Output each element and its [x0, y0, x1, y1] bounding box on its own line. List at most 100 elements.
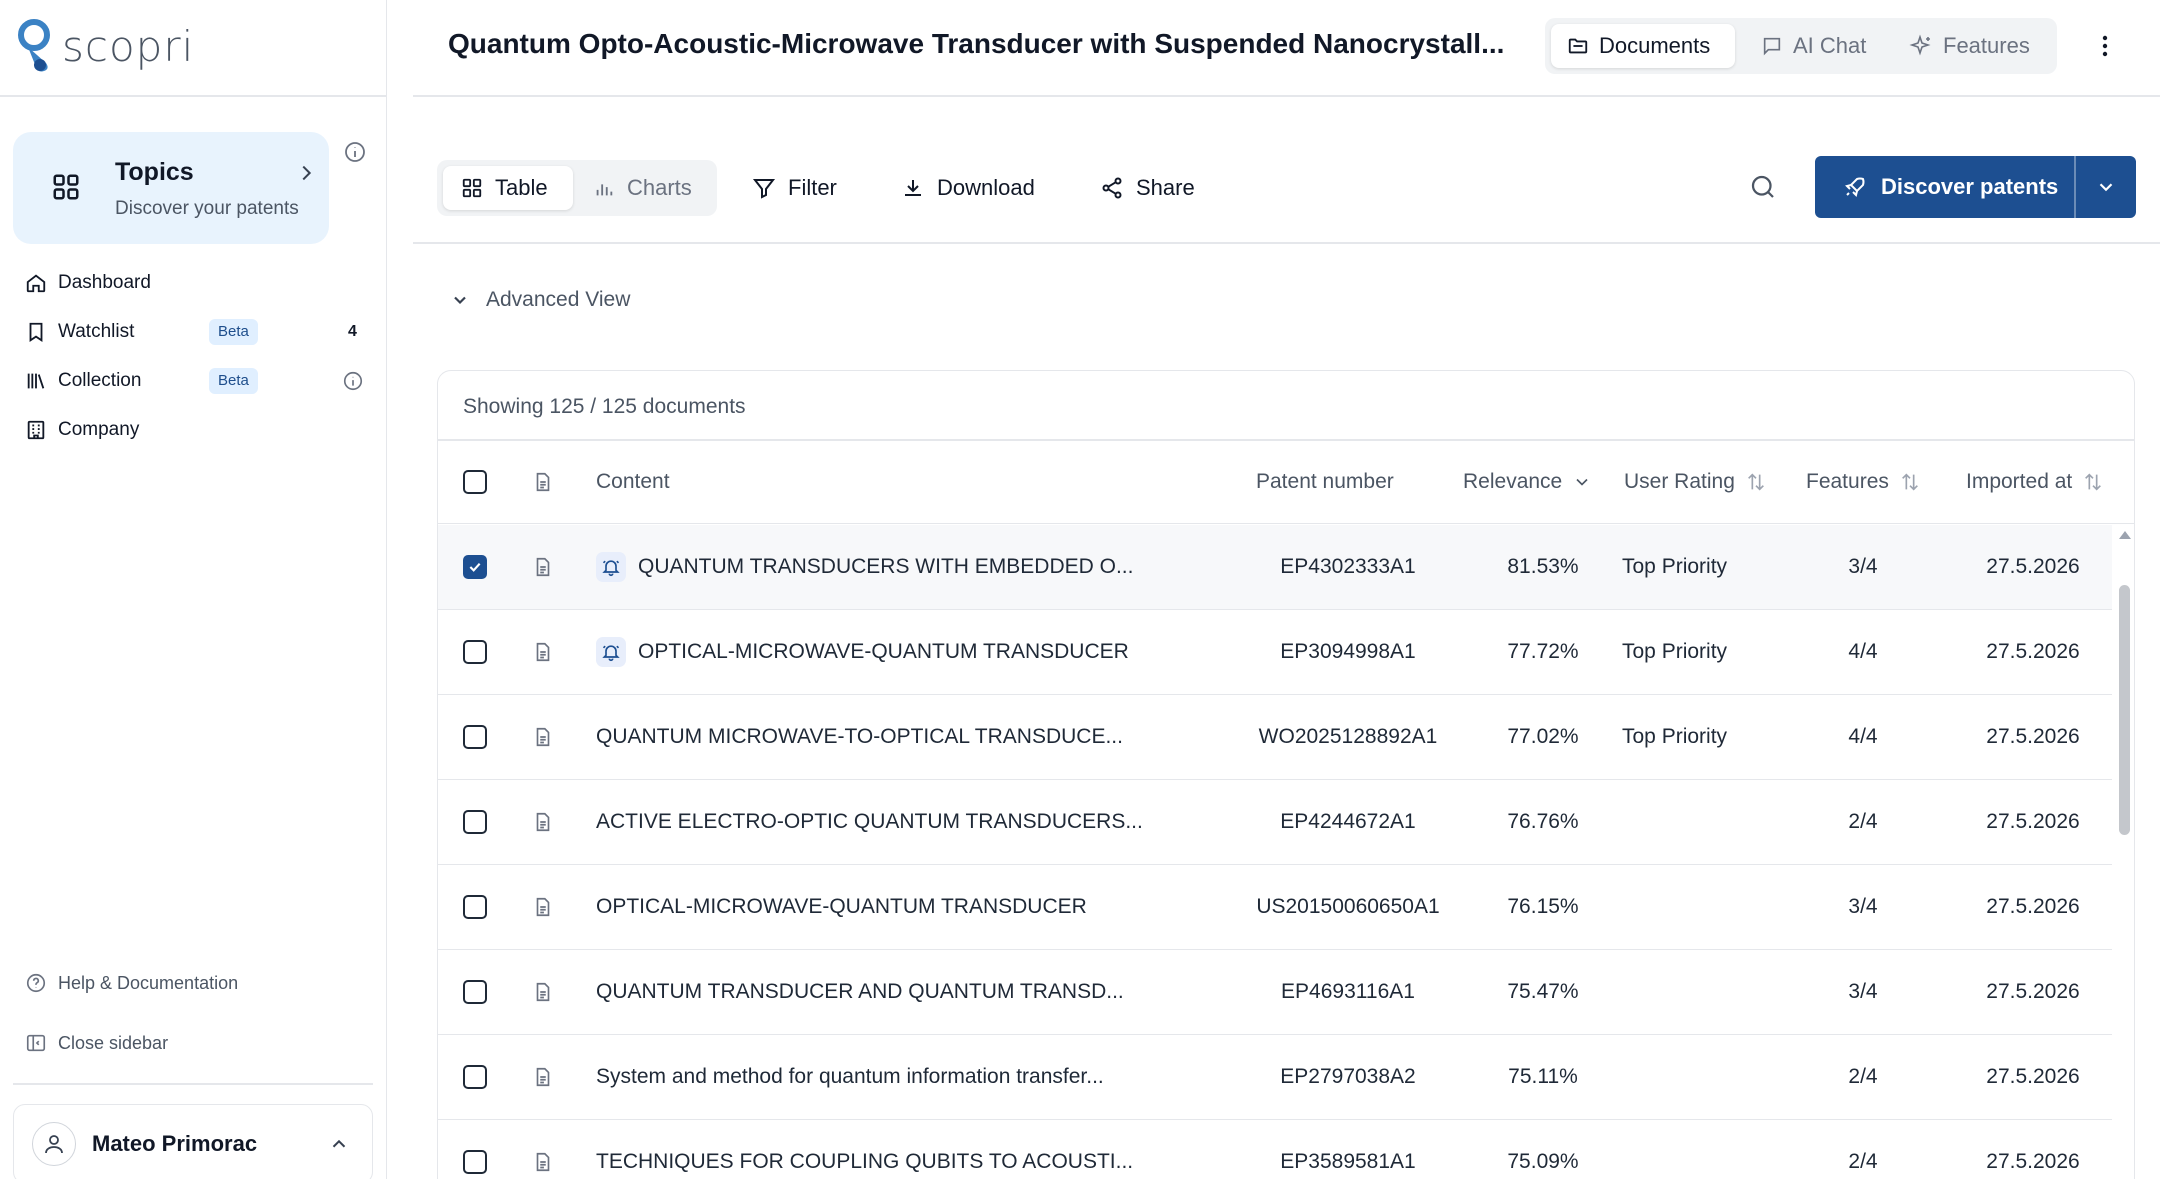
- more-vertical-icon[interactable]: [2093, 28, 2117, 64]
- content-cell[interactable]: TECHNIQUES FOR COUPLING QUBITS TO ACOUST…: [596, 1120, 1133, 1179]
- patent-number-cell[interactable]: US20150060650A1: [1238, 865, 1458, 949]
- content-cell[interactable]: System and method for quantum informatio…: [596, 1035, 1104, 1119]
- user-rating-cell[interactable]: Top Priority: [1622, 610, 1727, 694]
- document-icon[interactable]: [532, 695, 554, 779]
- download-button[interactable]: Download: [901, 170, 1035, 206]
- row-checkbox[interactable]: [463, 555, 487, 579]
- column-imported-at[interactable]: Imported at: [1966, 440, 2104, 524]
- document-icon[interactable]: [532, 1035, 554, 1119]
- chevron-right-icon: [295, 162, 317, 184]
- info-icon[interactable]: [342, 370, 364, 392]
- patent-number-cell[interactable]: EP4244672A1: [1238, 780, 1458, 864]
- content-text: QUANTUM TRANSDUCER AND QUANTUM TRANSD...: [596, 980, 1124, 1003]
- row-checkbox[interactable]: [463, 980, 487, 1004]
- filter-label: Filter: [788, 175, 837, 200]
- document-icon[interactable]: [532, 950, 554, 1034]
- row-checkbox[interactable]: [463, 1065, 487, 1089]
- sidebar-item-collection[interactable]: Collection Beta: [24, 364, 364, 398]
- sidebar-item-watchlist[interactable]: Watchlist Beta 4: [24, 315, 364, 349]
- help-documentation-link[interactable]: Help & Documentation: [24, 968, 238, 998]
- column-features[interactable]: Features: [1806, 440, 1921, 524]
- patent-number-cell[interactable]: EP3094998A1: [1238, 610, 1458, 694]
- user-rating-cell[interactable]: Top Priority: [1622, 525, 1727, 609]
- imported-at-cell: 27.5.2026: [1986, 980, 2080, 1003]
- select-all-checkbox[interactable]: [463, 470, 487, 494]
- user-menu[interactable]: Mateo Primorac: [13, 1104, 373, 1179]
- imported-at-cell: 27.5.2026: [1986, 895, 2080, 918]
- row-checkbox[interactable]: [463, 810, 487, 834]
- scrollbar-thumb[interactable]: [2119, 585, 2130, 835]
- filter-icon: [752, 176, 776, 200]
- table-row[interactable]: OPTICAL-MICROWAVE-QUANTUM TRANSDUCER EP30…: [438, 610, 2112, 695]
- library-icon: [24, 369, 48, 393]
- charts-view-button[interactable]: Charts: [575, 166, 710, 210]
- table-label: Table: [495, 175, 548, 200]
- content-cell[interactable]: OPTICAL-MICROWAVE-QUANTUM TRANSDUCER: [596, 610, 1129, 694]
- document-icon[interactable]: [532, 780, 554, 864]
- patent-number-cell[interactable]: EP3589581A1: [1238, 1120, 1458, 1179]
- patent-number-cell[interactable]: EP4302333A1: [1238, 525, 1458, 609]
- select-all-cell: [463, 440, 487, 524]
- document-icon[interactable]: [532, 610, 554, 694]
- sidebar-item-dashboard[interactable]: Dashboard: [24, 266, 151, 300]
- patent-number-cell[interactable]: EP4693116A1: [1238, 950, 1458, 1034]
- column-user-rating[interactable]: User Rating: [1624, 440, 1767, 524]
- sidebar-item-label: Dashboard: [58, 272, 151, 293]
- discover-patents-button[interactable]: Discover patents: [1815, 156, 2136, 218]
- logo[interactable]: scopri: [18, 14, 194, 78]
- tab-documents[interactable]: Documents: [1551, 24, 1735, 68]
- table-row[interactable]: OPTICAL-MICROWAVE-QUANTUM TRANSDUCER US20…: [438, 865, 2112, 950]
- download-label: Download: [937, 175, 1035, 200]
- sparkles-icon: [1909, 34, 1933, 58]
- tab-features[interactable]: Features: [1893, 24, 2046, 68]
- table-row[interactable]: QUANTUM TRANSDUCERS WITH EMBEDDED O... EP…: [438, 525, 2112, 610]
- relevance-cell: 76.76%: [1507, 810, 1579, 833]
- patent-number-cell[interactable]: WO2025128892A1: [1238, 695, 1458, 779]
- row-checkbox[interactable]: [463, 1150, 487, 1174]
- share-button[interactable]: Share: [1100, 170, 1195, 206]
- content-cell[interactable]: QUANTUM TRANSDUCERS WITH EMBEDDED O...: [596, 525, 1133, 609]
- bell-alert-icon: [596, 552, 626, 582]
- sidebar: scopri Topics Discover your patents Dash…: [0, 0, 387, 1179]
- column-label: Relevance: [1463, 470, 1563, 493]
- sort-icon: [2082, 471, 2104, 493]
- divider: [0, 95, 387, 97]
- row-checkbox[interactable]: [463, 725, 487, 749]
- table-row[interactable]: ACTIVE ELECTRO-OPTIC QUANTUM TRANSDUCERS…: [438, 780, 2112, 865]
- table-header: Content Patent number Relevance User Rat…: [438, 440, 2134, 524]
- help-label: Help & Documentation: [58, 972, 239, 993]
- content-text: TECHNIQUES FOR COUPLING QUBITS TO ACOUST…: [596, 1150, 1134, 1173]
- content-cell[interactable]: QUANTUM TRANSDUCER AND QUANTUM TRANSD...: [596, 950, 1124, 1034]
- table-row[interactable]: System and method for quantum informatio…: [438, 1035, 2112, 1120]
- column-label: Imported at: [1966, 470, 2073, 493]
- close-sidebar-button[interactable]: Close sidebar: [24, 1028, 168, 1058]
- document-icon[interactable]: [532, 865, 554, 949]
- chat-icon: [1761, 35, 1783, 57]
- info-icon[interactable]: [343, 140, 367, 164]
- table-row[interactable]: QUANTUM TRANSDUCER AND QUANTUM TRANSD...…: [438, 950, 2112, 1035]
- patent-number-cell[interactable]: EP2797038A2: [1238, 1035, 1458, 1119]
- tab-ai-chat[interactable]: AI Chat: [1745, 24, 1882, 68]
- content-cell[interactable]: OPTICAL-MICROWAVE-QUANTUM TRANSDUCER: [596, 865, 1087, 949]
- filter-button[interactable]: Filter: [752, 170, 837, 206]
- features-cell: 4/4: [1848, 725, 1878, 748]
- content-cell[interactable]: ACTIVE ELECTRO-OPTIC QUANTUM TRANSDUCERS…: [596, 780, 1143, 864]
- discover-dropdown-button[interactable]: [2076, 156, 2136, 218]
- table-view-button[interactable]: Table: [443, 166, 573, 210]
- column-relevance[interactable]: Relevance: [1463, 440, 1592, 524]
- row-checkbox[interactable]: [463, 640, 487, 664]
- row-checkbox[interactable]: [463, 895, 487, 919]
- scrollbar[interactable]: [2113, 525, 2134, 1179]
- topics-card[interactable]: Topics Discover your patents: [13, 132, 329, 244]
- discover-patents-main[interactable]: Discover patents: [1815, 156, 2074, 218]
- document-icon[interactable]: [532, 525, 554, 609]
- sidebar-item-company[interactable]: Company: [24, 413, 139, 447]
- document-icon[interactable]: [532, 1120, 554, 1179]
- advanced-view-toggle[interactable]: Advanced View: [450, 288, 630, 312]
- table-row[interactable]: TECHNIQUES FOR COUPLING QUBITS TO ACOUST…: [438, 1120, 2112, 1179]
- user-rating-cell[interactable]: Top Priority: [1622, 695, 1727, 779]
- table-row[interactable]: QUANTUM MICROWAVE-TO-OPTICAL TRANSDUCE..…: [438, 695, 2112, 780]
- search-icon[interactable]: [1748, 172, 1778, 202]
- content-cell[interactable]: QUANTUM MICROWAVE-TO-OPTICAL TRANSDUCE..…: [596, 695, 1123, 779]
- scroll-up-arrow-icon[interactable]: [2118, 529, 2132, 541]
